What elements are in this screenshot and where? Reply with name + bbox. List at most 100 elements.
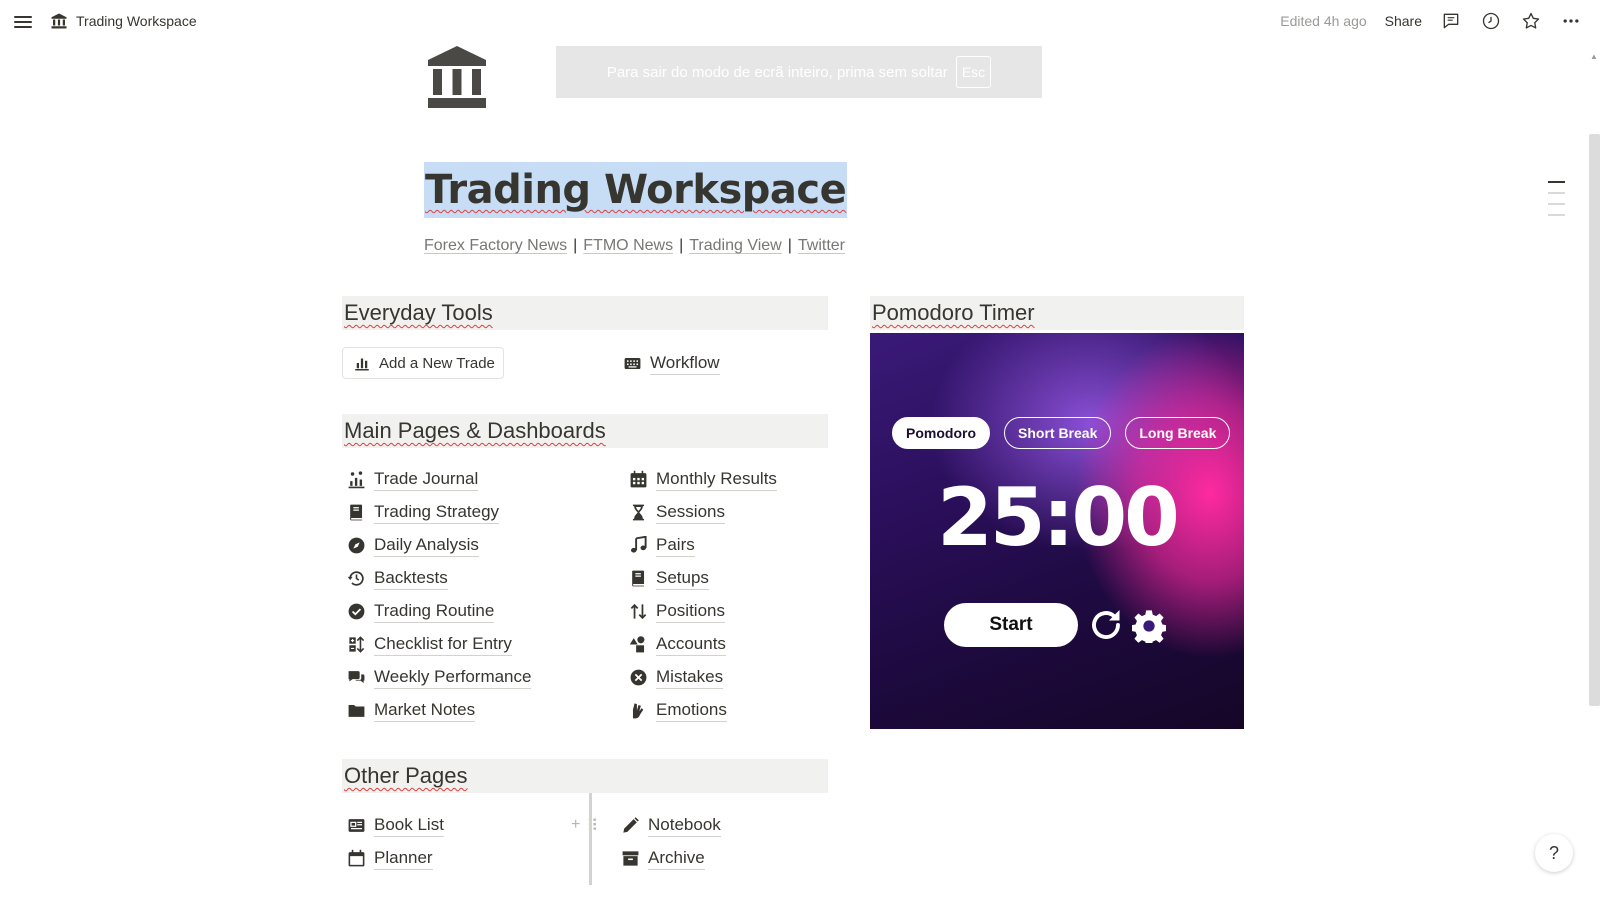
start-button[interactable]: Start (944, 603, 1078, 647)
link-separator: | (573, 237, 578, 254)
hourglass-icon (628, 503, 648, 523)
settings-gear-icon[interactable] (1132, 609, 1166, 643)
page-link-planner[interactable]: Planner (346, 847, 433, 870)
page-link-label: Mistakes (656, 666, 724, 689)
page-link-checklist-for-entry[interactable]: Checklist for Entry (346, 633, 512, 656)
chart-people-icon (346, 470, 366, 490)
history-icon (346, 569, 366, 589)
page-link-label: Emotions (656, 699, 727, 722)
link-separator: | (787, 237, 792, 254)
link-trading-view[interactable]: Trading View (689, 237, 782, 255)
top-actions: Edited 4h ago Share (1280, 10, 1582, 32)
link-forex-factory[interactable]: Forex Factory News (424, 237, 567, 255)
add-new-trade-button[interactable]: Add a New Trade (342, 347, 504, 379)
page-link-trading-strategy[interactable]: Trading Strategy (346, 501, 500, 524)
calendar-grid-icon (628, 470, 648, 490)
link-ftmo-news[interactable]: FTMO News (583, 237, 673, 255)
page-link-label: Trade Journal (374, 468, 479, 491)
page-link-trade-journal[interactable]: Trade Journal (346, 468, 479, 491)
everyday-tools-heading-text: Everyday Tools (344, 300, 493, 325)
page-link-label: Trading Strategy (374, 501, 500, 524)
breadcrumb[interactable]: Trading Workspace (50, 12, 197, 30)
page-link-label: Pairs (656, 534, 695, 557)
history-clock-icon[interactable] (1480, 10, 1502, 32)
pomodoro-widget: Pomodoro Short Break Long Break 25:00 St… (870, 333, 1244, 729)
shapes-icon (628, 635, 648, 655)
compass-icon (346, 536, 366, 556)
pomodoro-heading-text: Pomodoro Timer (872, 300, 1035, 325)
page-link-monthly-results[interactable]: Monthly Results (628, 468, 777, 491)
share-button[interactable]: Share (1385, 13, 1422, 29)
comments-icon[interactable] (1440, 10, 1462, 32)
pomodoro-tabs: Pomodoro Short Break Long Break (892, 417, 1231, 449)
esc-key-badge: Esc (955, 56, 992, 88)
comments-icon (346, 668, 366, 688)
page-link-weekly-performance[interactable]: Weekly Performance (346, 666, 532, 689)
add-block-icon[interactable]: + (571, 816, 580, 836)
page-link-label: Notebook (648, 814, 721, 837)
page-link-setups[interactable]: Setups (628, 567, 709, 590)
table-of-contents[interactable] (1548, 181, 1565, 216)
scrollbar[interactable] (1589, 134, 1600, 706)
link-twitter[interactable]: Twitter (798, 237, 845, 255)
book-icon (346, 503, 366, 523)
page-link-positions[interactable]: Positions (628, 600, 725, 623)
quick-links: Forex Factory News | FTMO News | Trading… (424, 237, 845, 255)
keyboard-icon (622, 354, 642, 374)
page-link-notebook[interactable]: Notebook (620, 814, 721, 837)
folder-icon (346, 701, 366, 721)
edited-timestamp: Edited 4h ago (1280, 13, 1367, 29)
pomodoro-heading[interactable]: Pomodoro Timer (870, 296, 1244, 330)
tab-short-break[interactable]: Short Break (1004, 417, 1112, 449)
page-bank-icon[interactable] (424, 44, 490, 110)
page-link-archive[interactable]: Archive (620, 847, 705, 870)
tab-long-break[interactable]: Long Break (1125, 417, 1231, 449)
fullscreen-notice-text: Para sair do modo de ecrã inteiro, prima… (606, 63, 948, 81)
page-link-sessions[interactable]: Sessions (628, 501, 725, 524)
column-divider[interactable] (589, 793, 592, 885)
bar-chart-icon (355, 358, 369, 371)
block-controls: + ⠿ (571, 816, 598, 836)
page-link-pairs[interactable]: Pairs (628, 534, 695, 557)
page-link-accounts[interactable]: Accounts (628, 633, 726, 656)
page-link-trading-routine[interactable]: Trading Routine (346, 600, 495, 623)
page-link-book-list[interactable]: Book List (346, 814, 444, 837)
page-link-label: Accounts (656, 633, 726, 656)
calendar-icon (346, 849, 366, 869)
hand-icon (628, 701, 648, 721)
page-link-daily-analysis[interactable]: Daily Analysis (346, 534, 479, 557)
scroll-up-icon[interactable]: ▲ (1590, 52, 1598, 61)
bank-icon (51, 13, 67, 29)
fullscreen-notice: Para sair do modo de ecrã inteiro, prima… (556, 46, 1042, 98)
workflow-label: Workflow (650, 352, 720, 375)
breadcrumb-page-name: Trading Workspace (76, 13, 197, 29)
x-circle-icon (628, 668, 648, 688)
more-options-icon[interactable] (1560, 10, 1582, 32)
page-link-label: Positions (656, 600, 725, 623)
reset-icon[interactable] (1088, 607, 1124, 643)
other-pages-heading-text: Other Pages (344, 763, 468, 788)
arrows-updown-icon (628, 602, 648, 622)
page-link-label: Daily Analysis (374, 534, 479, 557)
sort-icon (346, 635, 366, 655)
page-link-emotions[interactable]: Emotions (628, 699, 727, 722)
page-link-label: Checklist for Entry (374, 633, 512, 656)
page-link-label: Backtests (374, 567, 448, 590)
tab-pomodoro[interactable]: Pomodoro (892, 417, 990, 449)
newspaper-icon (346, 816, 366, 836)
page-link-label: Planner (374, 847, 433, 870)
page-link-backtests[interactable]: Backtests (346, 567, 448, 590)
favorite-star-icon[interactable] (1520, 10, 1542, 32)
workflow-link[interactable]: Workflow (622, 352, 720, 375)
sidebar-menu-icon[interactable] (14, 13, 34, 33)
main-pages-heading[interactable]: Main Pages & Dashboards (342, 414, 828, 448)
music-note-icon (628, 536, 648, 556)
page-link-label: Trading Routine (374, 600, 495, 623)
everyday-tools-heading[interactable]: Everyday Tools (342, 296, 828, 330)
help-button[interactable]: ? (1535, 834, 1573, 872)
page-link-market-notes[interactable]: Market Notes (346, 699, 476, 722)
page-title[interactable]: Trading Workspace (424, 162, 848, 218)
archive-icon (620, 849, 640, 869)
page-link-mistakes[interactable]: Mistakes (628, 666, 724, 689)
other-pages-heading[interactable]: Other Pages (342, 759, 828, 793)
